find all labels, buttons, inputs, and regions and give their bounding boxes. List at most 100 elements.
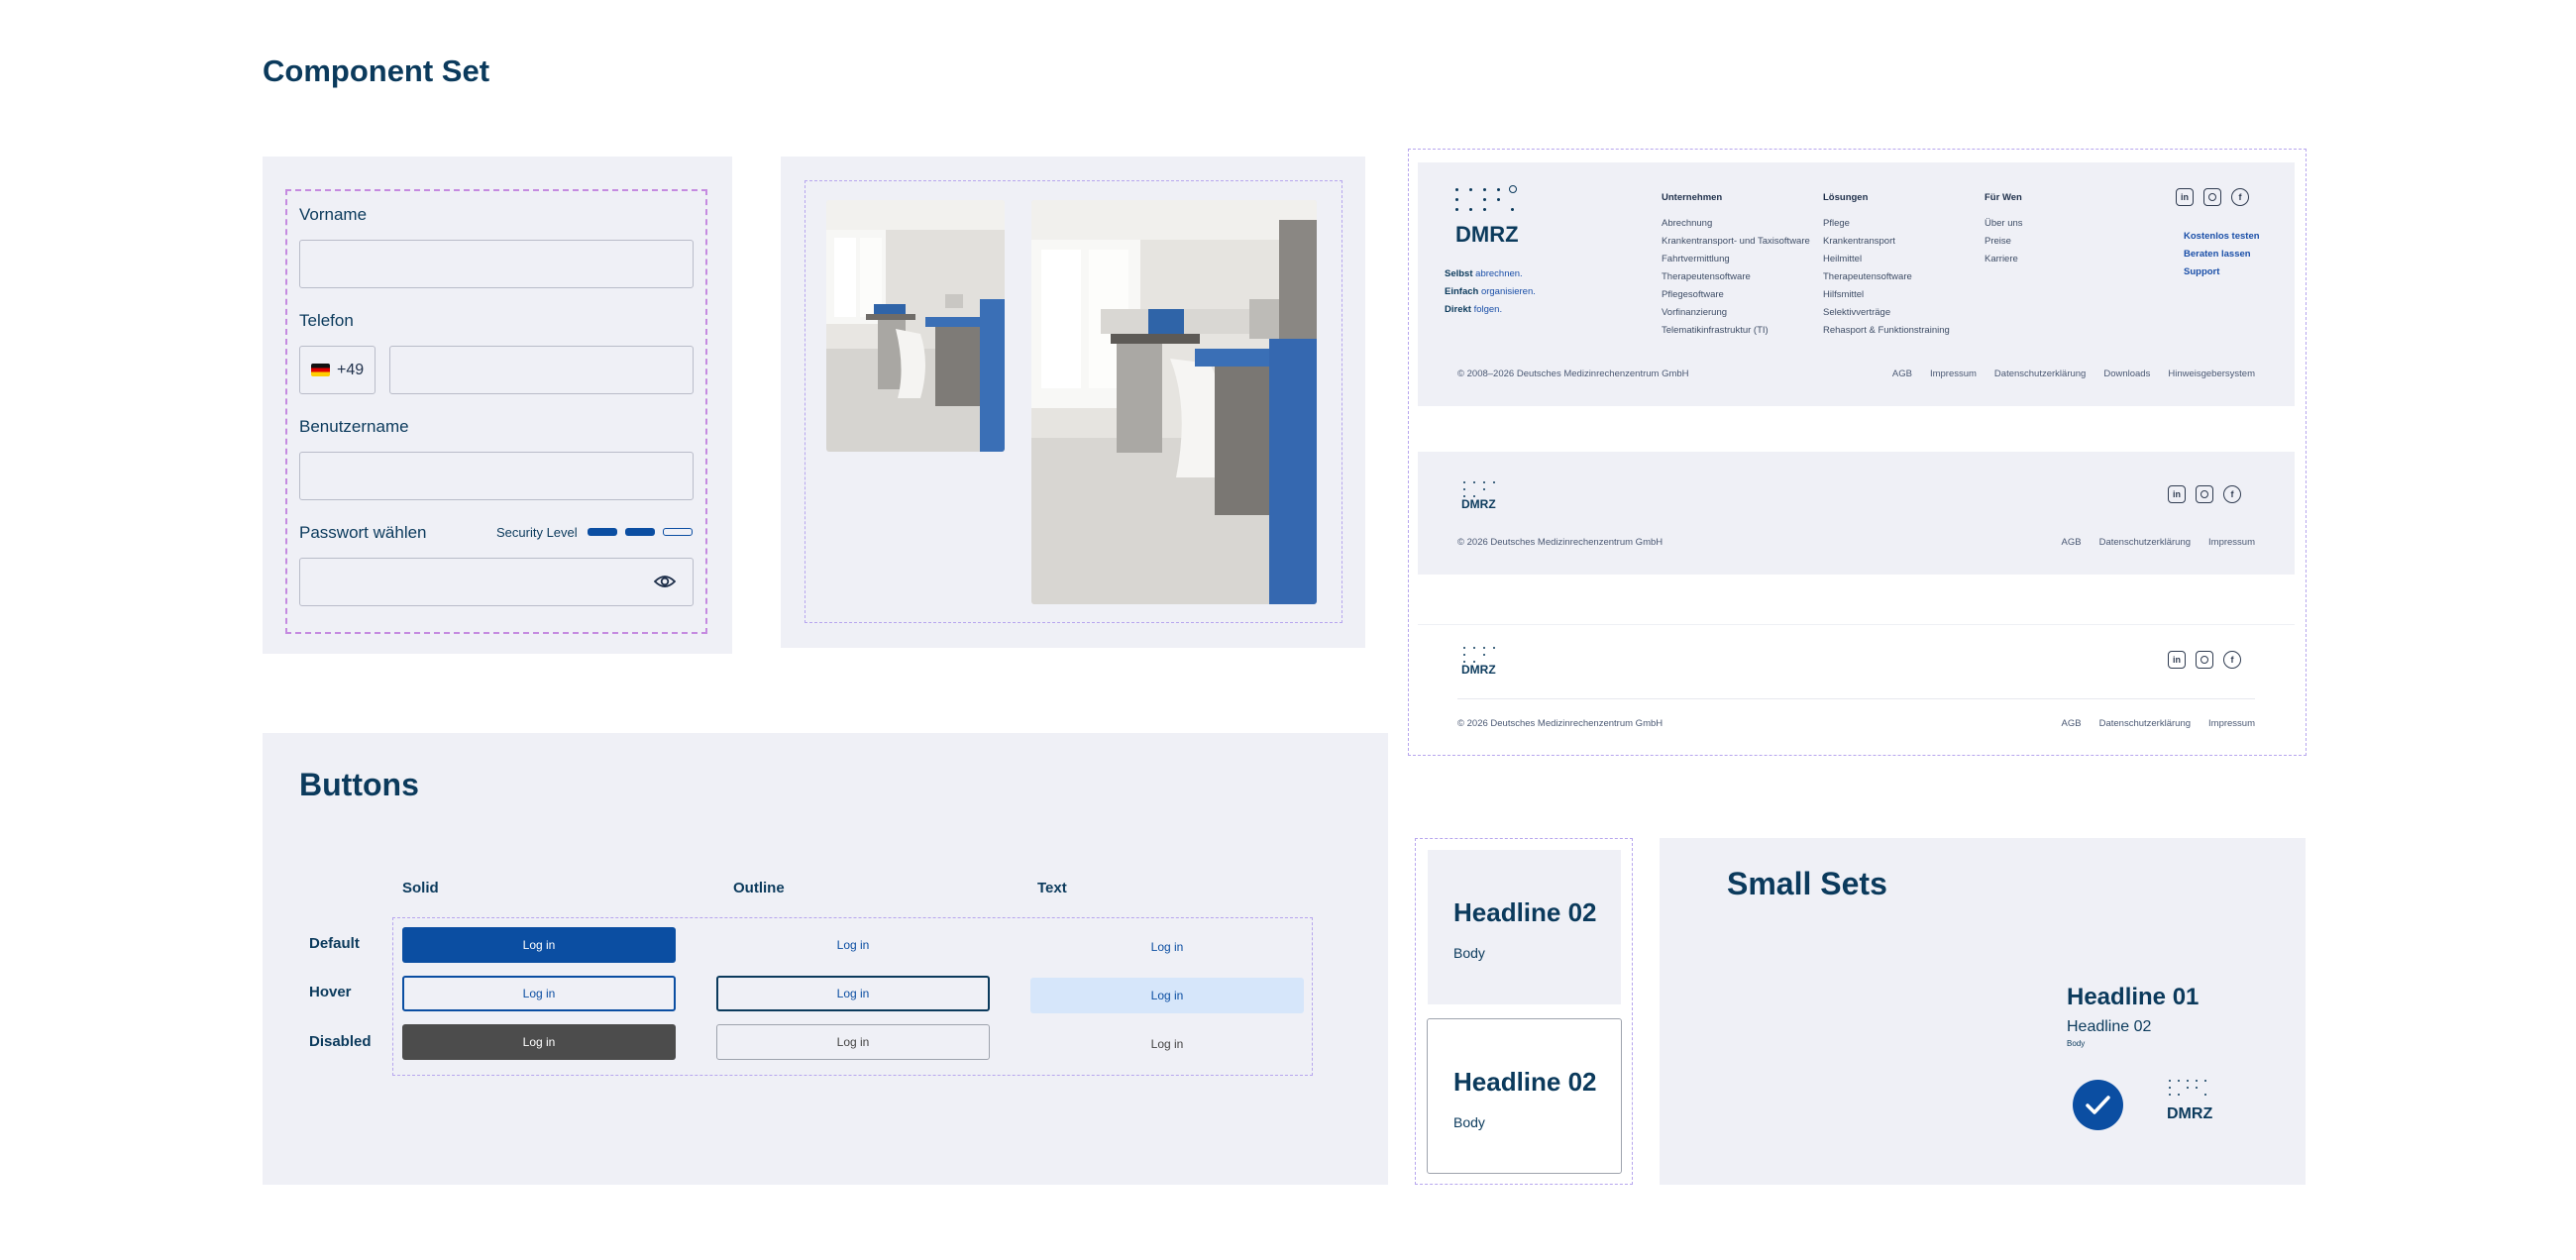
office-photo-large [1031,200,1317,604]
outline-button-disabled[interactable]: Log in [716,1024,990,1060]
footer-tagline: Selbst abrechnen. Einfach organisieren. … [1445,268,1536,315]
footer-column-unternehmen: Unternehmen Abrechnung Krankentransport-… [1662,192,1820,340]
linkedin-icon[interactable]: in [2176,188,2194,206]
dmrz-logo-dots [2169,1080,2208,1103]
cta-link[interactable]: Support [2184,263,2260,281]
column-label-solid: Solid [402,880,439,896]
outline-button-default[interactable]: Log in [716,927,990,963]
page-title: Component Set [263,53,490,88]
headline-02: Headline 02 [2067,1018,2152,1035]
footer-bottom-links: AGB Datenschutzerklärung Impressum [2062,537,2255,548]
footer-link[interactable]: Selektivverträge [1823,304,1962,322]
footer-bottom-link[interactable]: AGB [2062,537,2082,548]
social-icons: in f [2176,188,2249,206]
footer-bottom-link[interactable]: AGB [1892,368,1912,379]
footer-bottom-link[interactable]: Downloads [2103,368,2150,379]
first-name-input[interactable] [299,240,694,288]
country-code-select[interactable]: +49 [299,346,376,394]
solid-button-disabled[interactable]: Log in [402,1024,676,1060]
linkedin-icon[interactable]: in [2168,485,2186,503]
text-button-default[interactable]: Log in [1030,929,1304,965]
show-password-eye-icon[interactable] [653,573,677,590]
instagram-icon[interactable] [2196,651,2213,669]
buttons-title: Buttons [299,767,419,802]
dmrz-logo[interactable]: DMRZ [1455,222,1519,248]
footer-link[interactable]: Karriere [1985,251,2074,268]
footer-bottom-link[interactable]: Hinweisgebersystem [2168,368,2255,379]
footer-bottom-link[interactable]: Datenschutzerklärung [1994,368,2086,379]
footer-link[interactable]: Rehasport & Funktionstraining [1823,322,1962,340]
dmrz-logo[interactable]: DMRZ [1461,497,1496,511]
outline-button-hover[interactable]: Log in [716,976,990,1011]
footer-link[interactable]: Telematikinfrastruktur (TI) [1662,322,1820,340]
footer-link[interactable]: Krankentransport- und Taxisoftware [1662,233,1820,251]
footer-link[interactable]: Pflegesoftware [1662,286,1820,304]
footer-bottom-link[interactable]: Impressum [1930,368,1977,379]
security-bar-1 [588,528,617,536]
footer-large: DMRZ Selbst abrechnen. Einfach organisie… [1418,162,2295,406]
card-white[interactable]: Headline 02 Body [1427,1018,1622,1174]
footer-link[interactable]: Krankentransport [1823,233,1962,251]
footer-divider [1457,698,2255,699]
instagram-icon[interactable] [2203,188,2221,206]
solid-button-default[interactable]: Log in [402,927,676,963]
country-code: +49 [337,361,365,378]
linkedin-icon[interactable]: in [2168,651,2186,669]
dmrz-logo[interactable]: DMRZ [1461,663,1496,677]
footer-link[interactable]: Hilfsmittel [1823,286,1962,304]
username-label: Benutzername [299,417,409,436]
footer-link[interactable]: Über uns [1985,215,2074,233]
cta-link[interactable]: Beraten lassen [2184,246,2260,263]
row-label-disabled: Disabled [309,1033,372,1050]
footer-link[interactable]: Preise [1985,233,2074,251]
check-icon [2073,1080,2123,1130]
cta-link[interactable]: Kostenlos testen [2184,228,2260,246]
text-button-disabled[interactable]: Log in [1030,1026,1304,1062]
security-bar-2 [625,528,655,536]
facebook-icon[interactable]: f [2223,651,2241,669]
social-icons: in f [2168,651,2241,669]
footer-bottom-link[interactable]: Datenschutzerklärung [2099,537,2191,548]
footer-link[interactable]: Therapeutensoftware [1662,268,1820,286]
footer-cta-links: Kostenlos testen Beraten lassen Support [2184,228,2260,281]
phone-label: Telefon [299,311,354,330]
footer-bottom-links: AGB Datenschutzerklärung Impressum [2062,718,2255,729]
column-label-text: Text [1037,880,1067,896]
footer-link[interactable]: Vorfinanzierung [1662,304,1820,322]
small-sets-title: Small Sets [1727,866,1887,901]
footer-copyright: © 2026 Deutsches Medizinrechenzentrum Gm… [1457,718,1664,729]
dmrz-logo: DMRZ [2167,1105,2213,1122]
username-input[interactable] [299,452,694,500]
footer-column-loesungen: Lösungen Pflege Krankentransport Heilmit… [1823,192,1962,340]
footer-bottom-link[interactable]: Impressum [2208,718,2255,729]
body-text: Body [2067,1039,2086,1048]
footer-bottom-link[interactable]: Impressum [2208,537,2255,548]
footer-copyright: © 2008–2026 Deutsches Medizinrechenzentr… [1457,368,1689,379]
footer-small: DMRZ in f © 2026 Deutsches Medizinrechen… [1418,452,2295,575]
instagram-icon[interactable] [2196,485,2213,503]
footer-link[interactable]: Therapeutensoftware [1823,268,1962,286]
footer-link[interactable]: Pflege [1823,215,1962,233]
card-body: Body [1453,1114,1485,1130]
office-photo-small [826,200,1005,452]
row-label-default: Default [309,935,360,952]
footer-link[interactable]: Abrechnung [1662,215,1820,233]
card-body: Body [1453,945,1485,961]
social-icons: in f [2168,485,2241,503]
security-level-meter [588,528,693,536]
password-input[interactable] [299,558,694,606]
card-grey[interactable]: Headline 02 Body [1428,850,1621,1004]
footer-bottom-links: AGB Impressum Datenschutzerklärung Downl… [1892,368,2255,379]
footer-link[interactable]: Fahrtvermittlung [1662,251,1820,268]
footer-bottom-link[interactable]: Datenschutzerklärung [2099,718,2191,729]
footer-link[interactable]: Heilmittel [1823,251,1962,268]
row-label-hover: Hover [309,984,352,1000]
facebook-icon[interactable]: f [2223,485,2241,503]
phone-input[interactable] [389,346,694,394]
card-headline: Headline 02 [1453,897,1597,927]
facebook-icon[interactable]: f [2231,188,2249,206]
solid-button-hover[interactable]: Log in [402,976,676,1011]
text-button-hover[interactable]: Log in [1030,978,1304,1013]
german-flag-icon [311,364,330,376]
footer-bottom-link[interactable]: AGB [2062,718,2082,729]
